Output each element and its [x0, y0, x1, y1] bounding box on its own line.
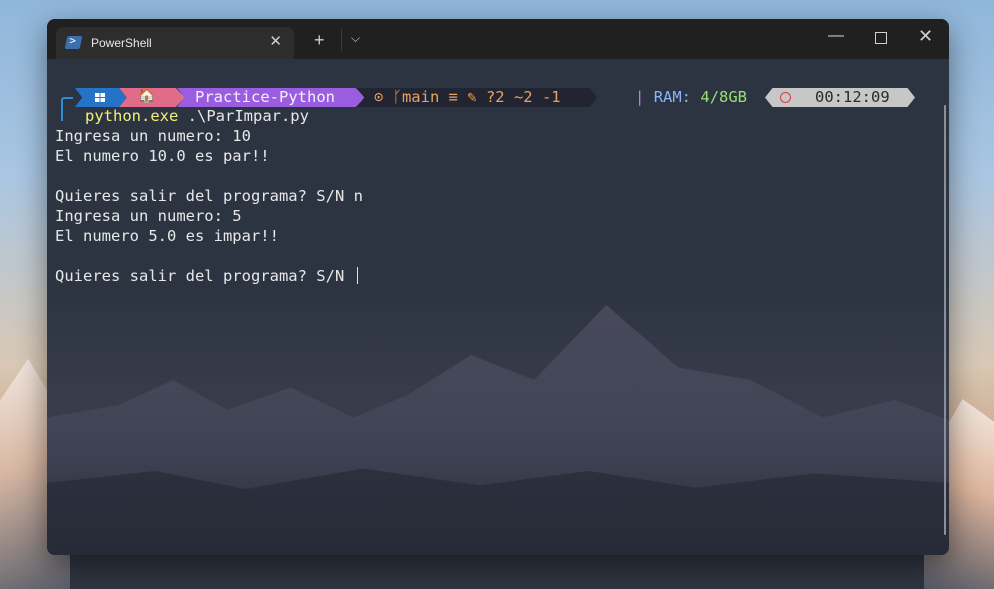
- ram-value: 4/8GB: [700, 88, 748, 106]
- terminal-window: > PowerShell ✕ + ⌵ — ✕ 🏠 Practice-Python…: [47, 19, 949, 555]
- ram-label: RAM:: [653, 88, 692, 106]
- input-line[interactable]: Quieres salir del programa? S/N: [55, 267, 358, 285]
- maximize-button[interactable]: [875, 32, 887, 44]
- prompt-path: Practice-Python: [195, 88, 335, 106]
- command-line: python.exe .\ParImpar.py: [85, 107, 309, 125]
- prompt-time: 00:12:09: [815, 88, 890, 106]
- prompt-time-segment: 00:12:09: [765, 88, 915, 107]
- command-exe: python.exe: [85, 107, 179, 125]
- prompt-bracket: [61, 97, 73, 121]
- text-cursor: [356, 267, 358, 284]
- tab-title: PowerShell: [91, 36, 152, 50]
- prompt-git-segment: ⊙ ᚴmain ≡ ✎ ?2 ~2 -1: [357, 88, 597, 107]
- prompt-home-segment: 🏠: [119, 88, 185, 107]
- output-line: Ingresa un numero: 10: [55, 127, 251, 145]
- output-line: Ingresa un numero: 5: [55, 207, 242, 225]
- terminal-pane[interactable]: 🏠 Practice-Python ⊙ ᚴmain ≡ ✎ ?2 ~2 -1 |…: [47, 59, 949, 555]
- titlebar-divider: [341, 29, 342, 51]
- command-args: .\ParImpar.py: [178, 107, 309, 125]
- tab-powershell[interactable]: > PowerShell ✕: [56, 27, 294, 59]
- prompt-path-segment: Practice-Python: [177, 88, 365, 107]
- new-tab-button[interactable]: +: [314, 30, 325, 51]
- close-button[interactable]: ✕: [918, 26, 933, 47]
- tab-dropdown-button[interactable]: ⌵: [351, 31, 360, 46]
- title-bar[interactable]: > PowerShell ✕ + ⌵ — ✕: [47, 19, 949, 59]
- prompt-line: 🏠 Practice-Python ⊙ ᚴmain ≡ ✎ ?2 ~2 -1 |…: [75, 88, 925, 107]
- minimize-button[interactable]: —: [828, 27, 844, 45]
- output-line: El numero 10.0 es par!!: [55, 147, 270, 165]
- output-line: Quieres salir del programa? S/N n: [55, 187, 363, 205]
- desktop-ground: [0, 549, 994, 589]
- windows-icon: [95, 93, 105, 102]
- output-line: El numero 5.0 es impar!!: [55, 227, 279, 245]
- powershell-icon: >: [64, 34, 83, 49]
- tab-close-icon[interactable]: ✕: [269, 32, 282, 50]
- prompt-ram-status: | RAM: 4/8GB: [635, 88, 747, 106]
- ram-separator: |: [635, 88, 645, 106]
- input-prompt-text: Quieres salir del programa? S/N: [55, 267, 354, 285]
- prompt-os-segment: [75, 88, 127, 107]
- scrollbar[interactable]: [944, 105, 946, 535]
- clock-icon: [780, 92, 791, 103]
- prompt-git-status: ⊙ ᚴmain ≡ ✎ ?2 ~2 -1: [374, 88, 561, 106]
- home-icon: 🏠: [138, 88, 156, 104]
